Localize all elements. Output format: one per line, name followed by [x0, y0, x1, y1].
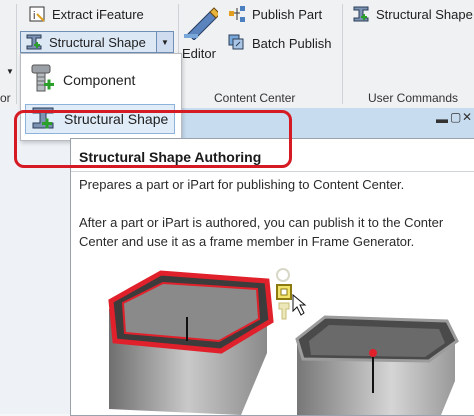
ribbon-separator [342, 4, 343, 104]
svg-text:i: i [33, 10, 35, 22]
structural-shape-icon [352, 5, 370, 23]
batch-publish-label: Batch Publish [252, 35, 332, 51]
bolt-component-icon [29, 63, 55, 98]
minimize-icon[interactable]: ▬ [436, 112, 448, 126]
structural-shape-split-button[interactable]: Structural Shape ▼ [20, 31, 174, 53]
ribbon-left-arrow[interactable]: ▼ [6, 67, 14, 76]
editor-label: Editor [182, 46, 216, 61]
selection-widget [276, 268, 307, 320]
highlight-callout [14, 110, 292, 168]
tooltip-detail-line: After a part or iPart is authored, you c… [79, 215, 444, 230]
chevron-down-icon[interactable]: ▼ [156, 32, 173, 52]
structural-shape-user-label: Structural Shape [376, 6, 473, 22]
tooltip-description: Prepares a part or iPart for publishing … [79, 177, 405, 192]
tooltip-divider [71, 171, 474, 172]
structural-shape-illustration [108, 268, 459, 415]
extract-ifeature-label: Extract iFeature [52, 6, 144, 22]
extract-ifeature-icon: i [28, 5, 46, 23]
group-label-content-center: Content Center [214, 91, 296, 105]
close-icon[interactable]: ✕ [462, 110, 472, 124]
tube-left-with-profile [108, 270, 274, 415]
menu-item-label: Component [63, 72, 136, 88]
extract-ifeature-button[interactable]: i Extract iFeature [28, 5, 144, 23]
batch-publish-button[interactable]: Batch Publish [228, 34, 332, 52]
editor-icon [184, 4, 221, 43]
structural-shape-icon [25, 33, 43, 51]
ribbon-separator [16, 4, 17, 104]
structural-shape-split-label: Structural Shape [49, 34, 146, 50]
publish-part-label: Publish Part [252, 6, 323, 22]
group-label-fragment: or [0, 91, 11, 105]
structural-shape-main[interactable]: Structural Shape [21, 32, 157, 52]
tube-right-with-path [295, 315, 459, 415]
menu-item-component[interactable]: Component [25, 60, 175, 100]
editor-button[interactable]: Editor [182, 4, 222, 64]
structural-shape-user-button[interactable]: Structural Shape [352, 5, 473, 23]
publish-part-icon [228, 5, 246, 23]
batch-publish-icon [228, 34, 246, 52]
tooltip-panel: Structural Shape Authoring Prepares a pa… [70, 138, 474, 416]
restore-icon[interactable]: ▢ [450, 110, 461, 124]
tooltip-detail-line: Center and use it as a frame member in F… [79, 234, 415, 249]
group-label-user-commands: User Commands [368, 91, 459, 105]
publish-part-button[interactable]: Publish Part [228, 5, 322, 23]
